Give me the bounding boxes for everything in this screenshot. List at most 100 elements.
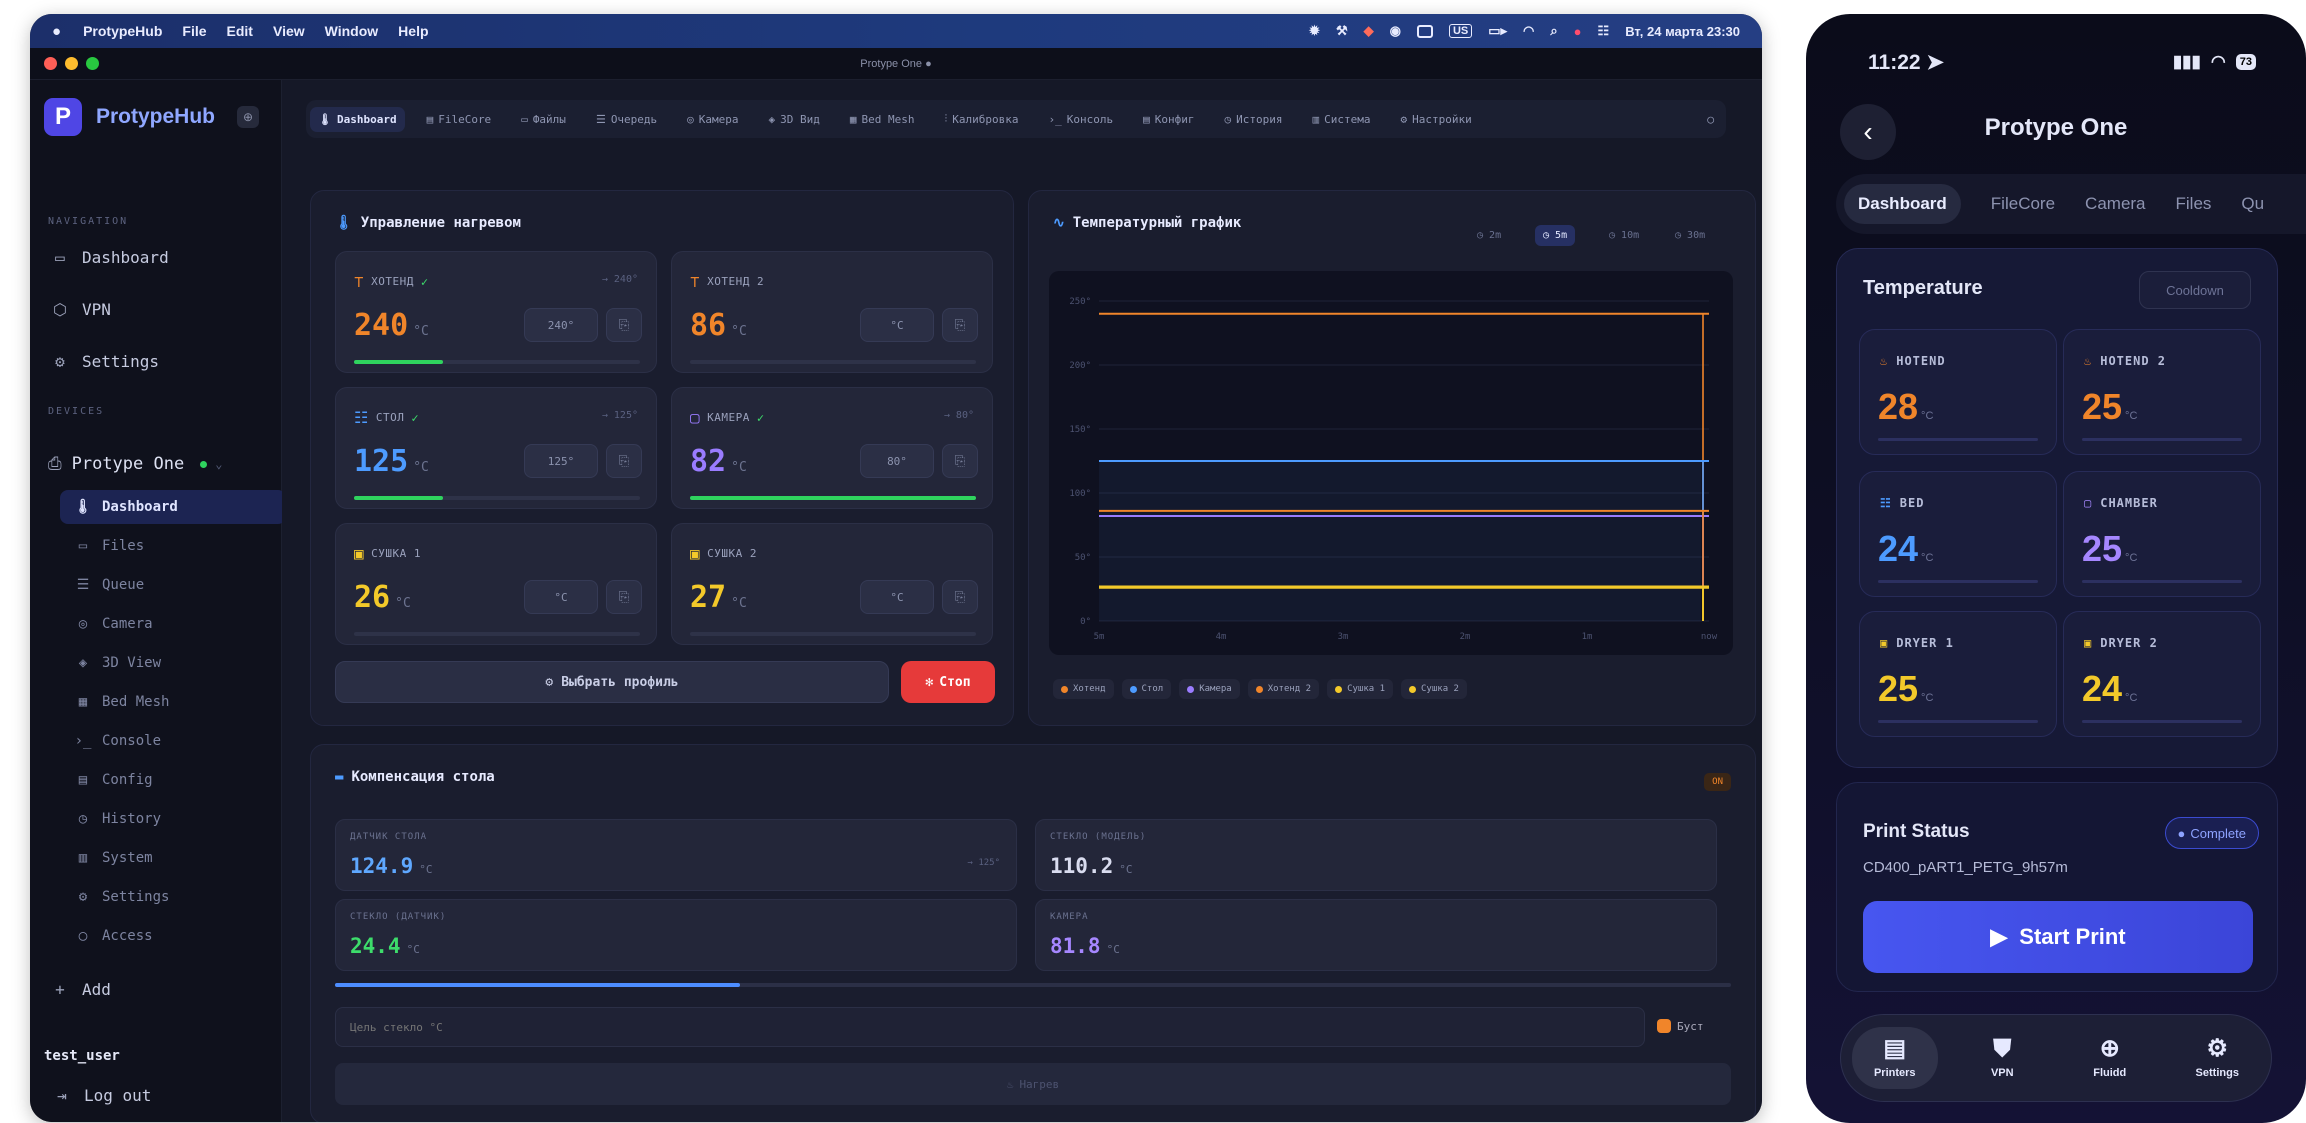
device-item-history[interactable]: ◷ History (60, 802, 286, 836)
clock[interactable]: Вт, 24 марта 23:30 (1625, 24, 1740, 39)
phone-tab-files[interactable]: Files (2176, 194, 2212, 214)
device-item-camera[interactable]: ◎ Camera (60, 607, 286, 641)
switch-icon[interactable]: ☷ (1598, 23, 1610, 39)
search-icon[interactable]: ⌕ (1550, 23, 1557, 39)
legend-item[interactable]: Камера (1179, 679, 1240, 699)
phone-tab-camera[interactable]: Camera (2085, 194, 2145, 214)
boost-toggle[interactable]: Буст (1657, 1019, 1704, 1033)
apple-icon[interactable]: ● (52, 23, 61, 40)
range-10m[interactable]: ◷ 10m (1601, 225, 1647, 246)
heater-target-input[interactable]: °C (860, 580, 934, 614)
wifi-icon[interactable]: ◠ (1523, 23, 1534, 39)
heater-target-input[interactable]: °C (860, 308, 934, 342)
boost-checkbox[interactable] (1657, 1019, 1671, 1033)
device-item-bed-mesh[interactable]: ▦ Bed Mesh (60, 685, 286, 719)
record-icon[interactable]: ◉ (1390, 23, 1401, 39)
heater-target-input[interactable]: °C (524, 580, 598, 614)
cooldown-button[interactable]: Cooldown (2139, 271, 2251, 309)
menu-file[interactable]: File (182, 23, 206, 39)
tab-item[interactable]: ▥ Система (1304, 107, 1378, 132)
bottom-tab-vpn[interactable]: ⛊ VPN (1959, 1027, 2045, 1089)
legend-item[interactable]: Хотенд 2 (1247, 679, 1320, 699)
heater-target-input[interactable]: 80° (860, 444, 934, 478)
device-item-console[interactable]: ›_ Console (60, 724, 286, 758)
legend-item[interactable]: Сушка 1 (1327, 679, 1394, 699)
device-item-access[interactable]: ◯ Access (60, 919, 286, 953)
phone-tab-qu[interactable]: Qu (2241, 194, 2264, 214)
tab-filecore[interactable]: ▤ FileCore (419, 107, 500, 132)
device-item-system[interactable]: ▥ System (60, 841, 286, 875)
brand-badge[interactable]: ⊕ (237, 106, 260, 128)
phone-tab-dashboard[interactable]: Dashboard (1844, 184, 1961, 224)
phone-temp-card[interactable]: ▣ DRYER 2 24 °C (2063, 611, 2261, 737)
save-icon[interactable]: ⎘ (942, 580, 978, 614)
tab-item[interactable]: ▭ Файлы (513, 107, 574, 132)
device-item-settings[interactable]: ⚙ Settings (60, 880, 286, 914)
legend-item[interactable]: Стол (1121, 679, 1172, 699)
tab-3d[interactable]: ◈ 3D Вид (761, 107, 828, 132)
device-item-3d-view[interactable]: ◈ 3D View (60, 646, 286, 680)
glass-target-input[interactable] (335, 1007, 1645, 1047)
menu-window[interactable]: Window (325, 23, 379, 39)
tab-bed-mesh[interactable]: ▦ Bed Mesh (842, 107, 923, 132)
tools-icon[interactable]: ⚒ (1336, 23, 1348, 39)
input-lang[interactable]: US (1448, 24, 1473, 38)
start-print-button[interactable]: ▶ Start Print (1863, 901, 2253, 973)
select-profile-button[interactable]: ⚙ Выбрать профиль (335, 661, 889, 703)
heater-target-input[interactable]: 240° (524, 308, 598, 342)
bottom-tab-settings[interactable]: ⚙ Settings (2174, 1027, 2260, 1089)
bottom-tab-fluidd[interactable]: ⊕ Fluidd (2067, 1027, 2153, 1089)
tab-item[interactable]: ◷ История (1217, 107, 1291, 132)
save-icon[interactable]: ⎘ (606, 308, 642, 342)
menu-view[interactable]: View (273, 23, 305, 39)
range-30m[interactable]: ◷ 30m (1667, 225, 1713, 246)
range-5m[interactable]: ◷ 5m (1535, 225, 1576, 246)
window-icon[interactable] (1416, 24, 1433, 38)
save-icon[interactable]: ⎘ (606, 444, 642, 478)
legend-item[interactable]: Хотенд (1053, 679, 1114, 699)
heater-target-input[interactable]: 125° (524, 444, 598, 478)
control-center-icon[interactable]: ● (1574, 24, 1582, 39)
device-item-files[interactable]: ▭ Files (60, 529, 286, 563)
phone-temp-card[interactable]: ▢ CHAMBER 25 °C (2063, 471, 2261, 597)
brand[interactable]: P ProtypeHub ⊕ (44, 98, 260, 136)
device-item-config[interactable]: ▤ Config (60, 763, 286, 797)
sidebar-item-settings[interactable]: ⚙ Settings (48, 352, 159, 371)
tab-item[interactable]: ☰ Очередь (588, 107, 665, 132)
heat-button[interactable]: ♨ Нагрев (335, 1063, 1731, 1105)
sidebar-item-dashboard[interactable]: ▭ Dashboard (48, 248, 169, 267)
save-icon[interactable]: ⎘ (606, 580, 642, 614)
save-icon[interactable]: ⎘ (942, 444, 978, 478)
tab-item[interactable]: ▤ Конфиг (1135, 107, 1202, 132)
save-icon[interactable]: ⎘ (942, 308, 978, 342)
tab-item[interactable]: ⚙ Настройки (1392, 107, 1479, 132)
device-item-dashboard[interactable]: 🌡︎ Dashboard (60, 490, 286, 524)
logout-button[interactable]: ⇥ Log out (50, 1086, 151, 1105)
phone-temp-card[interactable]: ☷ BED 24 °C (1859, 471, 2057, 597)
battery-icon[interactable]: ▭▸ (1488, 23, 1507, 39)
more-tabs-icon[interactable]: ◯ (1707, 113, 1714, 126)
device-item[interactable]: ⎙ Protype One ⌄ (48, 454, 222, 474)
bottom-tab-printers[interactable]: ▤ Printers (1851, 1027, 1938, 1089)
device-item-queue[interactable]: ☰ Queue (60, 568, 286, 602)
tab-item[interactable]: ›_ Консоль (1041, 107, 1122, 132)
phone-temp-card[interactable]: ▣ DRYER 1 25 °C (1859, 611, 2057, 737)
app-red-icon[interactable]: ◆ (1364, 23, 1374, 39)
tab-item[interactable]: ⫶ Калибровка (937, 106, 1027, 132)
chevron-down-icon[interactable]: ⌄ (215, 457, 222, 471)
phone-tab-filecore[interactable]: FileCore (1991, 194, 2055, 214)
stop-button[interactable]: ✻ Стоп (901, 661, 995, 703)
menu-help[interactable]: Help (398, 23, 428, 39)
legend-item[interactable]: Сушка 2 (1401, 679, 1467, 699)
heater-icon: ▣ (2084, 636, 2093, 650)
range-2m[interactable]: ◷ 2m (1469, 225, 1509, 246)
app-menu[interactable]: ProtypeHub (83, 23, 162, 39)
add-device-button[interactable]: + Add (48, 980, 111, 999)
phone-temp-card[interactable]: ♨ HOTEND 2 25 °C (2063, 329, 2261, 455)
tab-item[interactable]: ◎ Камера (679, 107, 746, 132)
phone-temp-card[interactable]: ♨ HOTEND 28 °C (1859, 329, 2057, 455)
sun-icon[interactable]: ✹ (1309, 23, 1320, 39)
tab-dashboard[interactable]: 🌡︎ Dashboard (310, 106, 405, 132)
menu-edit[interactable]: Edit (227, 23, 253, 39)
sidebar-item-vpn[interactable]: ⬡ VPN (48, 300, 111, 319)
